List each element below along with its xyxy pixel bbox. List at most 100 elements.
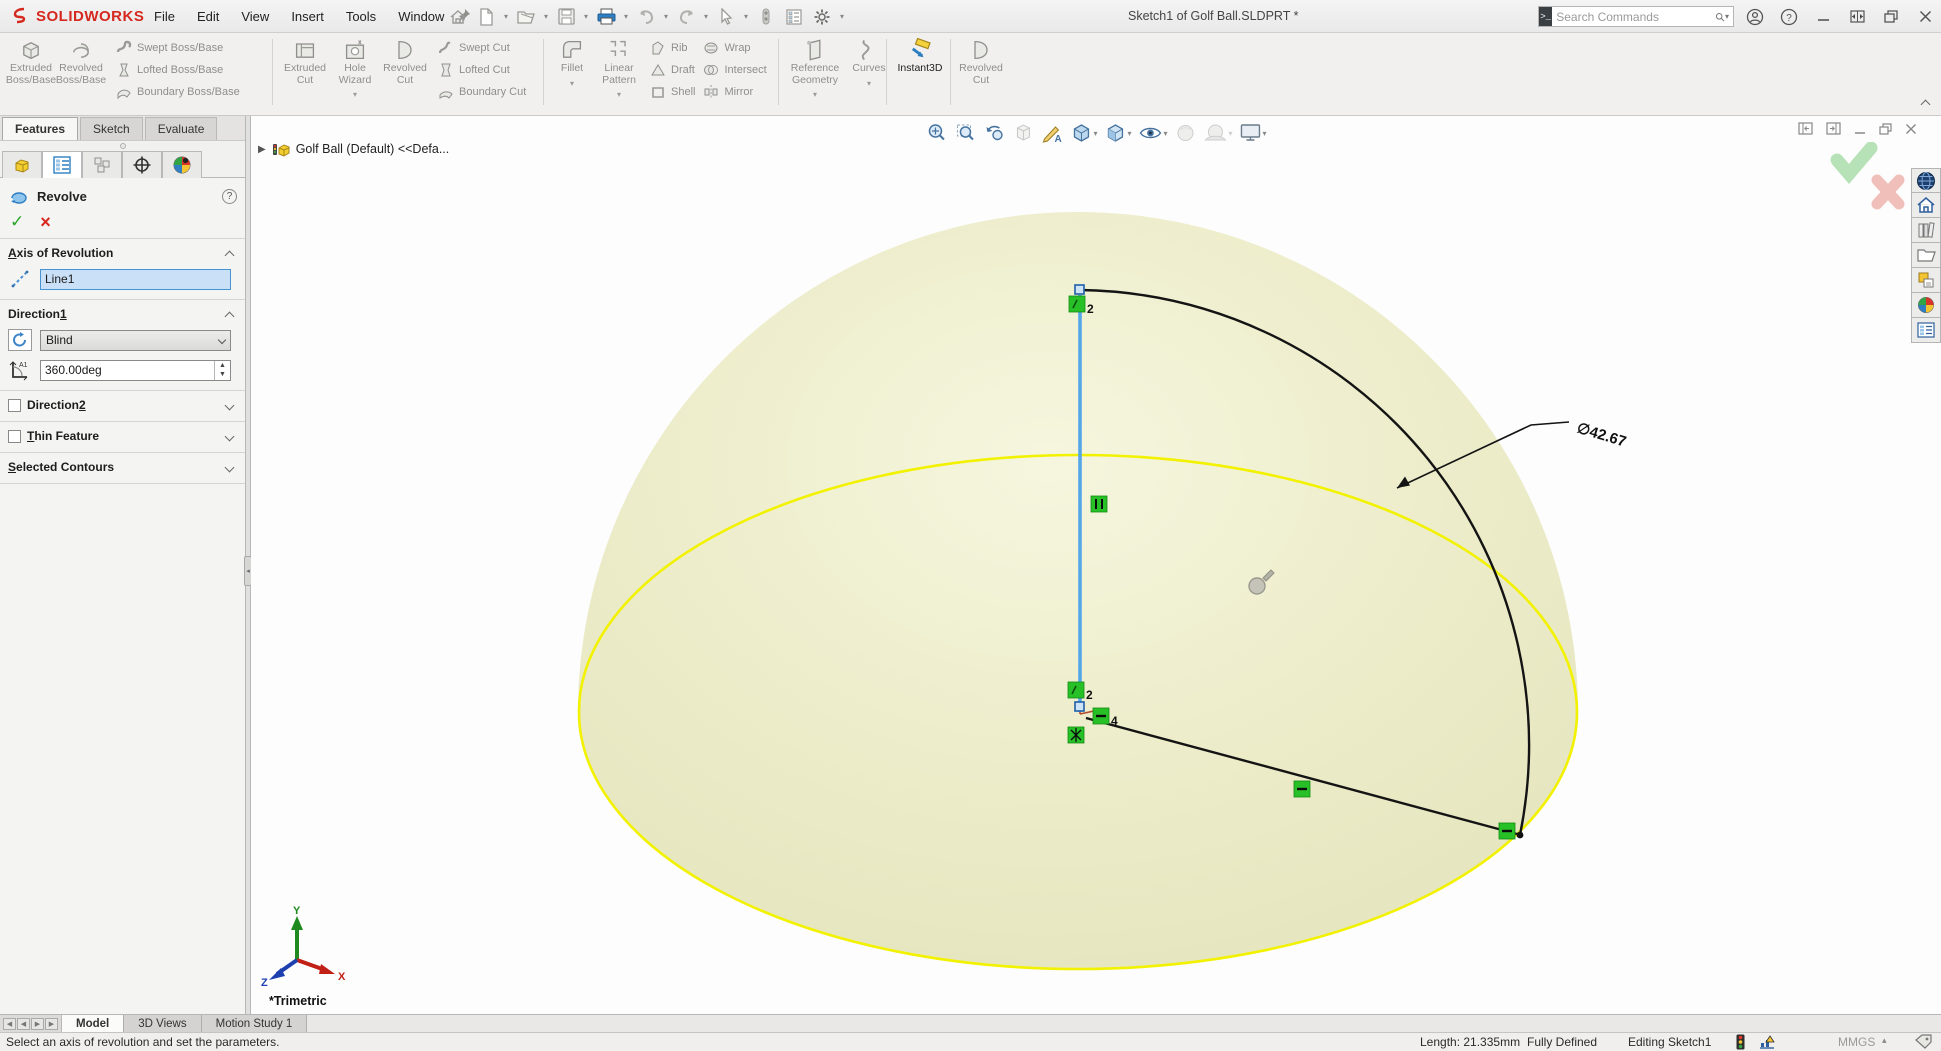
- angle-spinner[interactable]: ▲▼: [214, 361, 230, 380]
- reference-geometry-dropdown[interactable]: ▾: [813, 90, 817, 99]
- appearances-scenes-tab[interactable]: [1911, 293, 1941, 318]
- new-file-button[interactable]: [473, 4, 499, 30]
- performance-warning-icon[interactable]: [1758, 1034, 1776, 1051]
- menu-tools[interactable]: Tools: [335, 0, 387, 33]
- doc-restore-icon[interactable]: [1879, 123, 1892, 135]
- search-icon[interactable]: [1715, 10, 1725, 24]
- tab-scroll-first-icon[interactable]: ◀: [3, 1018, 16, 1030]
- units-dropdown-icon[interactable]: ▴: [1882, 1035, 1887, 1046]
- draft-button[interactable]: Draft: [650, 62, 695, 78]
- linear-pattern-button[interactable]: LinearPattern ▾: [594, 33, 644, 99]
- open-file-button[interactable]: [513, 4, 539, 30]
- intersect-button[interactable]: Intersect: [703, 62, 766, 78]
- revolved-boss-base-button[interactable]: RevolvedBoss/Base: [56, 33, 106, 86]
- custom-properties-tab[interactable]: [1911, 318, 1941, 343]
- design-library-tab[interactable]: [1911, 218, 1941, 243]
- swept-cut-button[interactable]: Swept Cut: [438, 40, 526, 56]
- options-gear-icon[interactable]: [809, 4, 835, 30]
- expand-chevron-icon[interactable]: [225, 431, 235, 441]
- tab-motion-study-1[interactable]: Motion Study 1: [202, 1015, 308, 1032]
- home-tab[interactable]: [1911, 193, 1941, 218]
- doc-minimize-icon[interactable]: [1854, 123, 1866, 135]
- annotation-visibility-button[interactable]: A: [1039, 120, 1065, 146]
- collapse-chevron-icon[interactable]: [225, 311, 235, 321]
- tab-scroll-next-icon[interactable]: ▶: [31, 1018, 44, 1030]
- golf-ball-body[interactable]: [578, 212, 1578, 970]
- constraint-badge-horizontal-end[interactable]: [1499, 823, 1515, 839]
- expand-chevron-icon[interactable]: [225, 462, 235, 472]
- tab-scroll-prev-icon[interactable]: ◀: [17, 1018, 30, 1030]
- shell-button[interactable]: Shell: [650, 84, 695, 100]
- feature-manager-tab[interactable]: [2, 151, 42, 178]
- save-button[interactable]: [553, 4, 579, 30]
- pane-left-icon[interactable]: [1798, 122, 1813, 135]
- apply-scene-button[interactable]: ▾: [1202, 120, 1235, 146]
- direction1-header[interactable]: Direction1: [8, 307, 237, 321]
- view-orientation-dropdown[interactable]: ▾: [1093, 129, 1097, 138]
- end-condition-dropdown[interactable]: Blind: [40, 330, 231, 351]
- confirm-ok-button[interactable]: [1837, 148, 1871, 174]
- pm-cancel-button[interactable]: ×: [40, 214, 51, 230]
- menu-file[interactable]: File: [143, 0, 186, 33]
- doc-close-icon[interactable]: [1905, 123, 1917, 135]
- view-palette-tab[interactable]: [1911, 268, 1941, 293]
- menu-edit[interactable]: Edit: [186, 0, 230, 33]
- extruded-cut-button[interactable]: ExtrudedCut: [280, 33, 330, 86]
- property-manager-tab[interactable]: [42, 151, 82, 178]
- tab-model[interactable]: Model: [62, 1015, 124, 1032]
- boundary-boss-base-button[interactable]: Boundary Boss/Base: [116, 84, 240, 100]
- revolved-cut-button-2[interactable]: RevolvedCut: [956, 33, 1006, 86]
- configuration-manager-tab[interactable]: [82, 151, 122, 178]
- ribbon-collapse-chevron[interactable]: [1922, 97, 1933, 111]
- revolved-cut-button[interactable]: RevolvedCut: [380, 33, 430, 86]
- pane-right-icon[interactable]: [1826, 122, 1841, 135]
- wrap-button[interactable]: Wrap: [703, 40, 766, 56]
- selected-contours-header[interactable]: Selected Contours: [8, 460, 237, 474]
- dimxpert-manager-tab[interactable]: [122, 151, 162, 178]
- open-file-dropdown[interactable]: ▾: [541, 12, 551, 21]
- lofted-cut-button[interactable]: Lofted Cut: [438, 62, 526, 78]
- thin-feature-header[interactable]: Thin Feature: [8, 429, 237, 443]
- graphics-viewport[interactable]: 2 2 4: [251, 116, 1941, 1014]
- lofted-boss-base-button[interactable]: Lofted Boss/Base: [116, 62, 240, 78]
- display-manager-tab[interactable]: [162, 151, 202, 178]
- maximize-button[interactable]: [1847, 7, 1867, 27]
- boundary-cut-button[interactable]: Boundary Cut: [438, 84, 526, 100]
- redo-button[interactable]: [673, 4, 699, 30]
- view-orientation-button[interactable]: ▾: [1068, 120, 1099, 146]
- file-properties-button[interactable]: [781, 4, 807, 30]
- search-commands-box[interactable]: >_ ▾: [1538, 6, 1734, 27]
- model-viewport-scene[interactable]: 2 2 4: [251, 116, 1941, 1014]
- expand-chevron-icon[interactable]: [225, 400, 235, 410]
- menu-insert[interactable]: Insert: [280, 0, 335, 33]
- reference-geometry-button[interactable]: ReferenceGeometry ▾: [784, 33, 846, 99]
- feature-tree-root-label[interactable]: Golf Ball (Default) <<Defa...: [296, 142, 450, 156]
- tree-expand-arrow-icon[interactable]: ▶: [258, 144, 266, 155]
- axis-selection-input[interactable]: [40, 269, 231, 290]
- magnet-mate-icon[interactable]: [753, 4, 779, 30]
- swept-boss-base-button[interactable]: Swept Boss/Base: [116, 40, 240, 56]
- fillet-dropdown[interactable]: ▾: [570, 79, 574, 88]
- pm-help-icon[interactable]: ?: [222, 189, 237, 204]
- linear-pattern-dropdown[interactable]: ▾: [617, 90, 621, 99]
- apply-scene-dropdown[interactable]: ▾: [1229, 129, 1233, 138]
- tab-evaluate[interactable]: Evaluate: [145, 117, 218, 140]
- minimize-button[interactable]: [1813, 7, 1833, 27]
- units-indicator[interactable]: MMGS: [1838, 1035, 1875, 1049]
- mirror-button[interactable]: Mirror: [703, 84, 766, 100]
- feature-tree-root[interactable]: ▶ Golf Ball (Default) <<Defa...: [258, 141, 449, 157]
- undo-dropdown[interactable]: ▾: [661, 12, 671, 21]
- new-file-dropdown[interactable]: ▾: [501, 12, 511, 21]
- tab-scroll-last-icon[interactable]: ▶: [45, 1018, 58, 1030]
- hole-wizard-button[interactable]: HoleWizard ▾: [330, 33, 380, 99]
- undo-button[interactable]: [633, 4, 659, 30]
- rib-button[interactable]: Rib: [650, 40, 695, 56]
- angle-input[interactable]: [41, 363, 214, 377]
- display-style-dropdown[interactable]: ▾: [1127, 129, 1131, 138]
- tab-features[interactable]: Features: [2, 117, 78, 140]
- help-icon[interactable]: ?: [1779, 7, 1799, 27]
- view-settings-button[interactable]: ▾: [1238, 121, 1269, 145]
- constraint-badge-intersection[interactable]: [1068, 727, 1084, 743]
- display-style-button[interactable]: ▾: [1102, 120, 1133, 146]
- save-dropdown[interactable]: ▾: [581, 12, 591, 21]
